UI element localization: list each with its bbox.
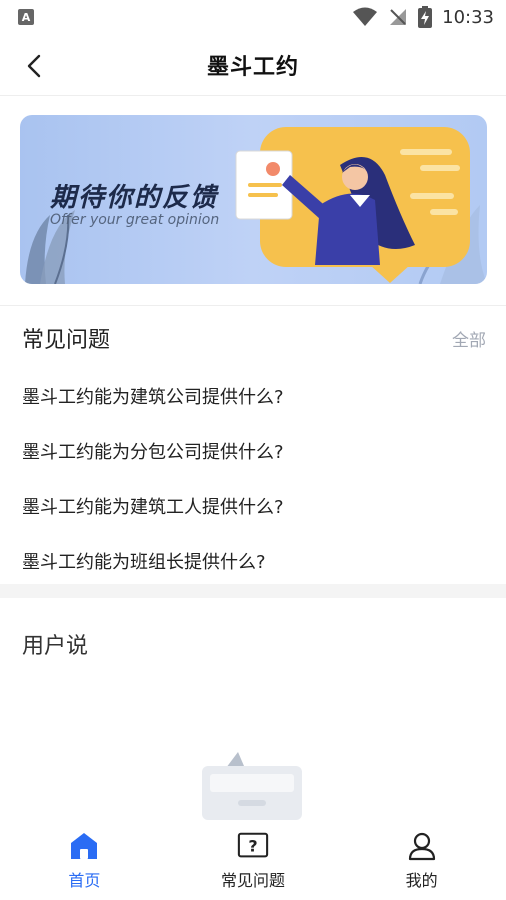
svg-text:?: ? bbox=[248, 837, 257, 856]
nav-bar: 墨斗工约 bbox=[0, 34, 506, 96]
status-bar: A 10:33 bbox=[0, 0, 506, 34]
faq-all-link[interactable]: 全部 bbox=[452, 326, 486, 351]
user-says-title: 用户说 bbox=[22, 634, 89, 659]
tab-label: 常见问题 bbox=[221, 871, 286, 890]
faq-list: 墨斗工约能为建筑公司提供什么? 墨斗工约能为分包公司提供什么? 墨斗工约能为建筑… bbox=[22, 368, 486, 588]
app-notification-icon: A bbox=[18, 9, 34, 25]
faq-item[interactable]: 墨斗工约能为班组长提供什么? bbox=[22, 533, 486, 588]
section-gap bbox=[0, 584, 506, 598]
faq-header: 常见问题 全部 bbox=[22, 322, 486, 354]
battery-charging-icon bbox=[418, 6, 433, 28]
banner-title: 期待你的反馈 bbox=[50, 183, 219, 213]
chevron-left-icon bbox=[27, 54, 41, 78]
back-button[interactable] bbox=[14, 46, 54, 86]
user-icon bbox=[406, 830, 438, 862]
tab-label: 首页 bbox=[68, 871, 101, 890]
feedback-banner[interactable]: 期待你的反馈 Offer your great opinion bbox=[20, 115, 487, 284]
page-title: 墨斗工约 bbox=[206, 54, 299, 80]
no-signal-icon bbox=[390, 9, 407, 25]
faq-item[interactable]: 墨斗工约能为建筑公司提供什么? bbox=[22, 368, 486, 423]
tab-faq[interactable]: ? 常见问题 bbox=[169, 820, 338, 900]
faq-item[interactable]: 墨斗工约能为建筑工人提供什么? bbox=[22, 478, 486, 533]
home-icon bbox=[68, 830, 100, 862]
tab-label: 我的 bbox=[405, 871, 438, 890]
question-icon: ? bbox=[237, 830, 269, 862]
banner-subtitle: Offer your great opinion bbox=[50, 212, 220, 228]
tab-bar: 首页 ? 常见问题 我的 bbox=[0, 820, 506, 900]
tab-mine[interactable]: 我的 bbox=[337, 820, 506, 900]
faq-section-title: 常见问题 bbox=[22, 328, 111, 353]
status-icons: 10:33 bbox=[352, 6, 494, 28]
tab-home[interactable]: 首页 bbox=[0, 820, 169, 900]
status-time: 10:33 bbox=[442, 6, 494, 28]
empty-box-icon bbox=[202, 752, 302, 820]
wifi-icon bbox=[353, 7, 378, 26]
faq-section: 常见问题 全部 墨斗工约能为建筑公司提供什么? 墨斗工约能为分包公司提供什么? … bbox=[0, 306, 506, 584]
faq-item[interactable]: 墨斗工约能为分包公司提供什么? bbox=[22, 423, 486, 478]
